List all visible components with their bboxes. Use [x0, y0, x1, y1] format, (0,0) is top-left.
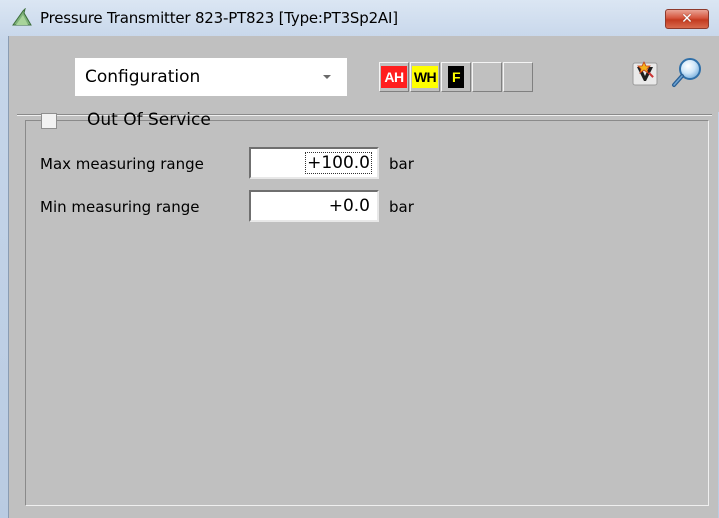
alarm-indicator-group: AH WH F — [379, 62, 534, 92]
max-range-label: Max measuring range — [40, 155, 204, 173]
out-of-service-label: Out Of Service — [87, 110, 211, 130]
window-title: Pressure Transmitter 823-PT823 [Type:PT3… — [40, 9, 398, 27]
alarm-indicator-ah[interactable]: AH — [379, 62, 409, 92]
alarm-label-wh: WH — [412, 66, 438, 88]
app-icon — [12, 7, 32, 26]
title-bar[interactable]: Pressure Transmitter 823-PT823 [Type:PT3… — [0, 0, 719, 36]
maintenance-flag-icon — [632, 61, 658, 86]
faceplate-toolbar: Configuration AH WH F — [9, 36, 719, 112]
min-range-label: Min measuring range — [40, 198, 200, 216]
alarm-indicator-empty-2[interactable] — [503, 62, 533, 92]
faceplate-client-area: Configuration AH WH F — [8, 36, 719, 518]
out-of-service-checkbox[interactable] — [41, 113, 57, 129]
alarm-indicator-fault[interactable]: F — [441, 62, 471, 92]
max-range-value: +100.0 — [305, 152, 372, 174]
chevron-down-icon — [323, 75, 331, 79]
view-select-toggle[interactable] — [307, 58, 347, 96]
view-select[interactable]: Configuration — [75, 58, 347, 96]
min-range-value: +0.0 — [328, 196, 370, 216]
search-button[interactable] — [671, 56, 703, 90]
min-range-input[interactable]: +0.0 — [249, 190, 379, 222]
maintenance-button[interactable] — [629, 56, 661, 90]
faceplate-window: Pressure Transmitter 823-PT823 [Type:PT3… — [0, 0, 719, 518]
magnifier-icon — [672, 58, 701, 87]
alarm-label-ah: AH — [381, 66, 407, 88]
max-range-input[interactable]: +100.0 — [249, 147, 379, 179]
view-select-value: Configuration — [85, 67, 201, 87]
close-icon: ✕ — [681, 11, 693, 27]
alarm-indicator-wh[interactable]: WH — [410, 62, 440, 92]
min-range-unit: bar — [389, 198, 414, 216]
alarm-label-fault: F — [448, 66, 464, 88]
max-range-unit: bar — [389, 155, 414, 173]
alarm-indicator-empty-1[interactable] — [472, 62, 502, 92]
close-button[interactable]: ✕ — [665, 9, 709, 29]
